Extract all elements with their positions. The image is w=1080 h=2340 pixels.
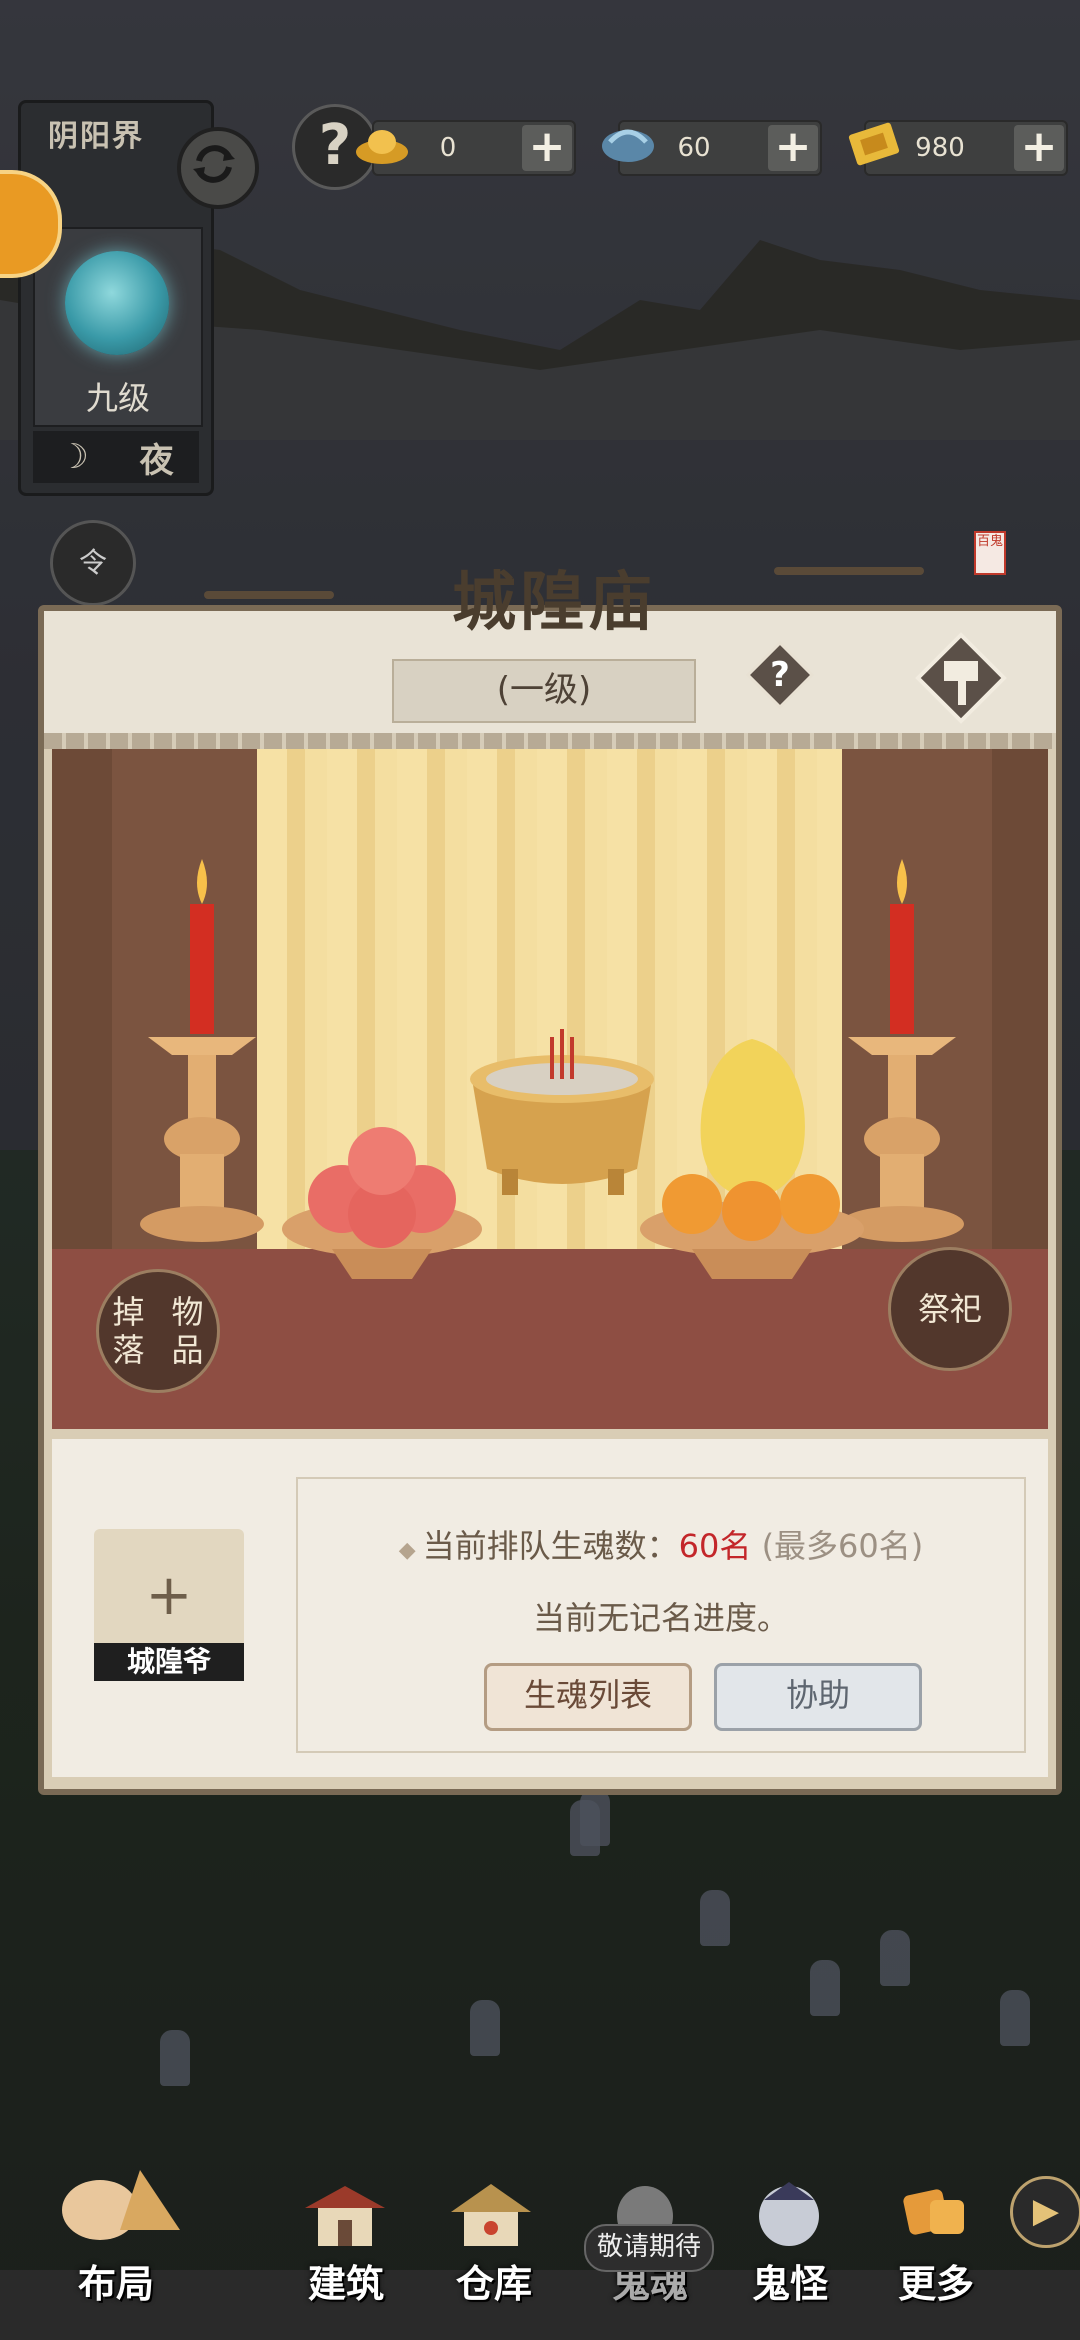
paper-money-icon xyxy=(848,122,900,166)
moon-icon: ☽ xyxy=(58,437,89,477)
queue-info-box: ◆ 当前排队生魂数：60名 (最多60名) 当前无记名进度。 生魂列表 协助 xyxy=(296,1477,1026,1753)
jade-icon xyxy=(602,129,654,162)
modal-header: 城隍庙 百鬼 (一级) ? xyxy=(44,531,1056,741)
layout-icon[interactable] xyxy=(40,2160,190,2250)
svg-text:?: ? xyxy=(770,655,790,695)
modal-title: 城隍庙 xyxy=(452,565,656,640)
add-jade-button[interactable]: + xyxy=(768,125,818,171)
realm-orb-box[interactable]: 九级 xyxy=(33,227,203,427)
world-panel: 阴阳界 九级 ☽ 夜 xyxy=(18,100,259,496)
add-icon: + xyxy=(145,1563,193,1628)
gold-ingot-icon xyxy=(356,130,408,164)
nav-monster-label[interactable]: 鬼怪 xyxy=(752,2253,828,2308)
title-banner: 城隍庙 百鬼 xyxy=(204,531,1006,651)
header-border xyxy=(44,733,1056,749)
info-panel: + 城隍爷 ◆ 当前排队生魂数：60名 (最多60名) 当前无记名进度。 生魂列… xyxy=(52,1439,1048,1777)
add-gold-button[interactable]: + xyxy=(522,125,572,171)
assist-button[interactable]: 协助 xyxy=(714,1663,922,1731)
soul-list-button[interactable]: 生魂列表 xyxy=(484,1663,692,1731)
nav-more-label[interactable]: 更多 xyxy=(898,2253,974,2308)
queue-count: 60名 xyxy=(678,1527,752,1565)
building-icon[interactable] xyxy=(300,2180,390,2250)
resource-jade: 60 + xyxy=(602,120,822,176)
more-icon[interactable] xyxy=(890,2180,980,2250)
nav-layout-label[interactable]: 布局 xyxy=(78,2253,154,2308)
incense-burner-icon xyxy=(470,1029,654,1195)
monster-icon[interactable] xyxy=(744,2180,834,2250)
resource-gold: 0 + xyxy=(356,120,576,176)
drop-label-line: 掉落 xyxy=(112,1293,145,1369)
apple-offering-icon xyxy=(282,1127,482,1279)
candle-right-icon xyxy=(840,859,964,1242)
add-paper-money-button[interactable]: + xyxy=(1014,125,1064,171)
day-night-indicator: ☽ 夜 xyxy=(33,431,199,483)
drop-label-line: 物品 xyxy=(171,1293,204,1369)
next-arrow-icon[interactable]: ▶ xyxy=(1010,2176,1080,2248)
seal-stamp: 百鬼 xyxy=(974,531,1006,575)
warehouse-icon[interactable] xyxy=(446,2180,536,2250)
world-title: 阴阳界 xyxy=(48,119,144,154)
title-ornament-right xyxy=(774,567,924,575)
switch-world-icon[interactable] xyxy=(177,127,259,209)
realm-level: 九级 xyxy=(85,379,150,417)
deity-slot-label: 城隍爷 xyxy=(94,1643,244,1681)
drop-items-button[interactable]: 掉落 物品 xyxy=(96,1269,220,1393)
coming-soon-badge: 敬请期待 xyxy=(584,2224,714,2272)
info-help-icon[interactable]: ? xyxy=(744,639,816,711)
upgrade-hammer-icon[interactable] xyxy=(914,631,1008,725)
altar-scene: 掉落 物品 祭祀 xyxy=(52,749,1048,1429)
progress-status: 当前无记名进度。 xyxy=(532,1599,789,1637)
refresh-icon xyxy=(193,145,235,183)
title-ornament-left xyxy=(204,591,334,599)
building-grade: (一级) xyxy=(392,659,696,723)
fruit-offering-icon xyxy=(640,1039,864,1279)
diamond-bullet-icon: ◆ xyxy=(398,1538,423,1563)
order-token-icon[interactable]: 令 xyxy=(50,520,136,606)
nav-warehouse-label[interactable]: 仓库 xyxy=(456,2253,532,2308)
offer-sacrifice-button[interactable]: 祭祀 xyxy=(888,1247,1012,1371)
time-label: 夜 xyxy=(139,440,174,481)
temple-modal: 城隍庙 百鬼 (一级) ? 掉落 物品 祭祀 + 城隍爷 ◆ 当前排队生魂数：6… xyxy=(38,531,1062,1795)
candle-left-icon xyxy=(140,859,264,1242)
resource-paper-money: 980 + xyxy=(848,120,1068,176)
queue-status: ◆ 当前排队生魂数：60名 (最多60名) xyxy=(298,1521,1024,1567)
queue-max: (最多60名) xyxy=(761,1527,924,1565)
nav-building-label[interactable]: 建筑 xyxy=(308,2253,384,2308)
queue-label: 当前排队生魂数： xyxy=(422,1527,679,1565)
realm-orb-icon xyxy=(65,251,169,355)
